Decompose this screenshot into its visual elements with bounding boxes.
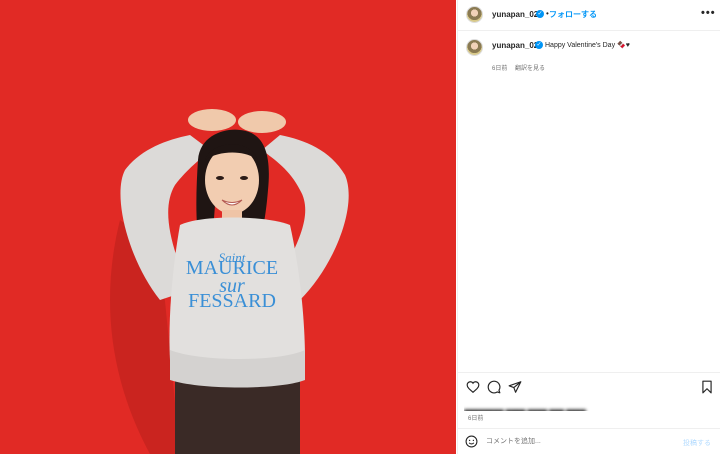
comment-bar: 投稿する: [458, 428, 720, 454]
comment-icon[interactable]: [487, 380, 501, 394]
verified-badge-icon: ✓: [536, 10, 544, 18]
post-timestamp[interactable]: 6日前: [468, 413, 483, 422]
translate-link[interactable]: 翻訳を見る: [515, 63, 545, 72]
action-bar: [458, 372, 720, 400]
bookmark-icon[interactable]: [700, 380, 714, 394]
likes-summary[interactable]: ████████ ████ ████ ███ ████: [464, 403, 644, 411]
sweatshirt-text-4: FESSARD: [188, 290, 276, 312]
avatar[interactable]: [466, 6, 483, 23]
post-comment-button[interactable]: 投稿する: [683, 438, 711, 448]
caption-avatar[interactable]: [466, 39, 483, 56]
comment-input[interactable]: [486, 435, 676, 448]
caption-timestamp[interactable]: 6日前: [492, 63, 507, 72]
header-username[interactable]: yunapan_02: [492, 10, 538, 19]
caption-username[interactable]: yunapan_02: [492, 41, 538, 50]
caption-text: Happy Valentine's Day 🍫♥: [545, 42, 630, 49]
emoji-icon[interactable]: [465, 435, 478, 448]
post-side-panel: yunapan_02 ✓ • フォローする ••• yunapan_02 ✓ H…: [457, 0, 720, 454]
photo-illustration: Saint MAURICE sur FESSARD: [0, 0, 456, 454]
post-header: yunapan_02 ✓ • フォローする •••: [458, 0, 720, 31]
share-icon[interactable]: [508, 380, 522, 394]
more-options-icon[interactable]: •••: [701, 7, 716, 19]
post-photo[interactable]: Saint MAURICE sur FESSARD: [0, 0, 456, 454]
heart-icon[interactable]: [466, 380, 480, 394]
follow-button[interactable]: フォローする: [549, 9, 597, 20]
verified-badge-icon: ✓: [535, 41, 543, 49]
